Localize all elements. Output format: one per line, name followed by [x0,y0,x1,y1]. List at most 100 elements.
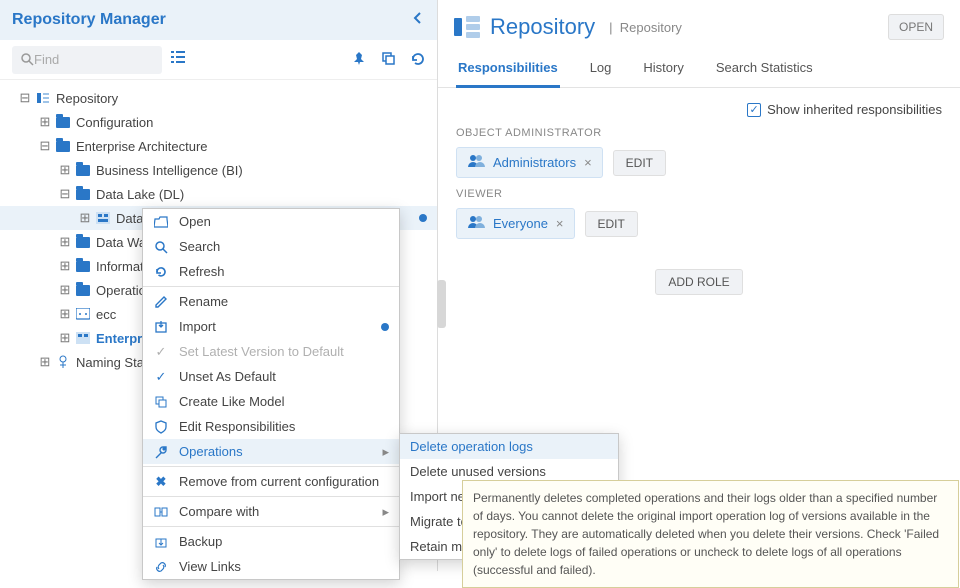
section-viewer-label: VIEWER [456,188,942,200]
tree-item-label: Configuration [76,115,153,130]
expand-toggle-icon[interactable]: ⊞ [38,114,52,130]
link-icon [153,560,169,574]
toolbar-actions [352,51,425,69]
model-icon [94,212,112,224]
details-title: Repository [490,14,595,40]
expand-toggle-icon[interactable]: ⊞ [58,306,72,322]
tree-item-label: Data Lake (DL) [96,187,184,202]
expand-toggle-icon[interactable]: ⊞ [58,330,72,346]
compare-icon [153,505,169,519]
menu-remove-from-config[interactable]: ✖ Remove from current configuration [143,469,399,494]
folder-icon [74,237,92,248]
expand-toggle-icon[interactable]: ⊞ [38,354,52,370]
tab-log[interactable]: Log [588,50,614,87]
pin-icon[interactable] [352,51,367,69]
refresh-icon[interactable] [410,51,425,69]
menu-open[interactable]: Open [143,209,399,234]
copy-icon[interactable] [381,51,396,69]
tree-root[interactable]: ⊟ Repository [0,86,437,110]
menu-search[interactable]: Search [143,234,399,259]
open-folder-icon [153,216,169,228]
tab-search-statistics[interactable]: Search Statistics [714,50,815,87]
menu-compare[interactable]: Compare with ▸ [143,499,399,524]
panel-header: Repository Manager [0,0,437,40]
menu-item-label: Edit Responsibilities [179,419,295,434]
show-inherited-row[interactable]: ✓ Show inherited responsibilities [456,102,942,117]
menu-separator [143,496,399,497]
menu-operations[interactable]: Operations ▸ [143,439,399,464]
tree-item-label: Repository [56,91,118,106]
collapse-toggle-icon[interactable]: ⊟ [58,186,72,202]
check-icon: ✓ [153,344,169,360]
menu-import[interactable]: Import [143,314,399,339]
list-view-icon[interactable] [170,49,186,70]
menu-set-default: ✓ Set Latest Version to Default [143,339,399,364]
search-icon [20,52,34,68]
menu-item-label: Delete operation logs [410,439,533,454]
search-input[interactable] [34,52,154,67]
open-button[interactable]: OPEN [888,14,944,40]
collapse-toggle-icon[interactable]: ⊟ [18,90,32,106]
tree-item-label: Enterprise Architecture [76,139,208,154]
search-box[interactable] [12,46,162,74]
expand-toggle-icon[interactable]: ⊞ [58,282,72,298]
edit-viewer-button[interactable]: EDIT [585,211,638,237]
menu-unset-default[interactable]: ✓ Unset As Default [143,364,399,389]
remove-icon: ✖ [153,474,169,490]
collapse-toggle-icon[interactable]: ⊟ [38,138,52,154]
details-body: ✓ Show inherited responsibilities OBJECT… [438,88,960,309]
chip-administrators[interactable]: Administrators × [456,147,603,178]
folder-icon [74,285,92,296]
checkbox-checked-icon[interactable]: ✓ [747,103,761,117]
splitter-handle[interactable] [437,280,446,328]
expand-toggle-icon[interactable]: ⊞ [58,162,72,178]
menu-edit-responsibilities[interactable]: Edit Responsibilities [143,414,399,439]
edit-admin-button[interactable]: EDIT [613,150,666,176]
menu-create-like[interactable]: Create Like Model [143,389,399,414]
tab-responsibilities[interactable]: Responsibilities [456,50,560,88]
menu-item-label: Backup [179,534,222,549]
add-role-row: ADD ROLE [456,269,942,295]
folder-icon [74,189,92,200]
menu-refresh[interactable]: Refresh [143,259,399,284]
panel-toolbar [0,40,437,80]
repository-icon [34,91,52,105]
tree-item-label: Business Intelligence (BI) [96,163,243,178]
menu-item-label: Create Like Model [179,394,285,409]
menu-item-label: Import [179,319,216,334]
section-admin-label: OBJECT ADMINISTRATOR [456,127,942,139]
context-menu[interactable]: Open Search Refresh Rename Import ✓ Set … [142,208,400,580]
folder-icon [74,261,92,272]
expand-toggle-icon[interactable]: ⊞ [58,258,72,274]
tree-item-bi[interactable]: ⊞ Business Intelligence (BI) [0,158,437,182]
chip-everyone[interactable]: Everyone × [456,208,575,239]
chip-label: Administrators [493,155,576,170]
collapse-panel-button[interactable] [411,11,425,30]
menu-item-label: Remove from current configuration [179,474,379,489]
tree-item-label: ecc [96,307,116,322]
menu-item-label: Delete unused versions [410,464,546,479]
expand-toggle-icon[interactable]: ⊞ [58,234,72,250]
submenu-delete-operation-logs[interactable]: Delete operation logs [400,434,618,459]
menu-item-label: Set Latest Version to Default [179,344,344,359]
expand-toggle-icon[interactable]: ⊞ [78,210,92,226]
menu-view-links[interactable]: View Links [143,554,399,579]
menu-separator [143,466,399,467]
tree-item-configuration[interactable]: ⊞ Configuration [0,110,437,134]
remove-chip-icon[interactable]: × [556,216,564,231]
wrench-icon [153,445,169,459]
tree-item-data-lake[interactable]: ⊟ Data Lake (DL) [0,182,437,206]
menu-rename[interactable]: Rename [143,289,399,314]
duplicate-icon [153,395,169,409]
tab-history[interactable]: History [641,50,685,87]
tooltip: Permanently deletes completed operations… [462,480,959,588]
backup-icon [153,535,169,549]
details-tabs: Responsibilities Log History Search Stat… [438,50,960,88]
menu-item-label: Search [179,239,220,254]
status-dot-icon [381,323,389,331]
remove-chip-icon[interactable]: × [584,155,592,170]
menu-backup[interactable]: Backup [143,529,399,554]
menu-item-label: Open [179,214,211,229]
tree-item-enterprise-architecture[interactable]: ⊟ Enterprise Architecture [0,134,437,158]
add-role-button[interactable]: ADD ROLE [655,269,742,295]
